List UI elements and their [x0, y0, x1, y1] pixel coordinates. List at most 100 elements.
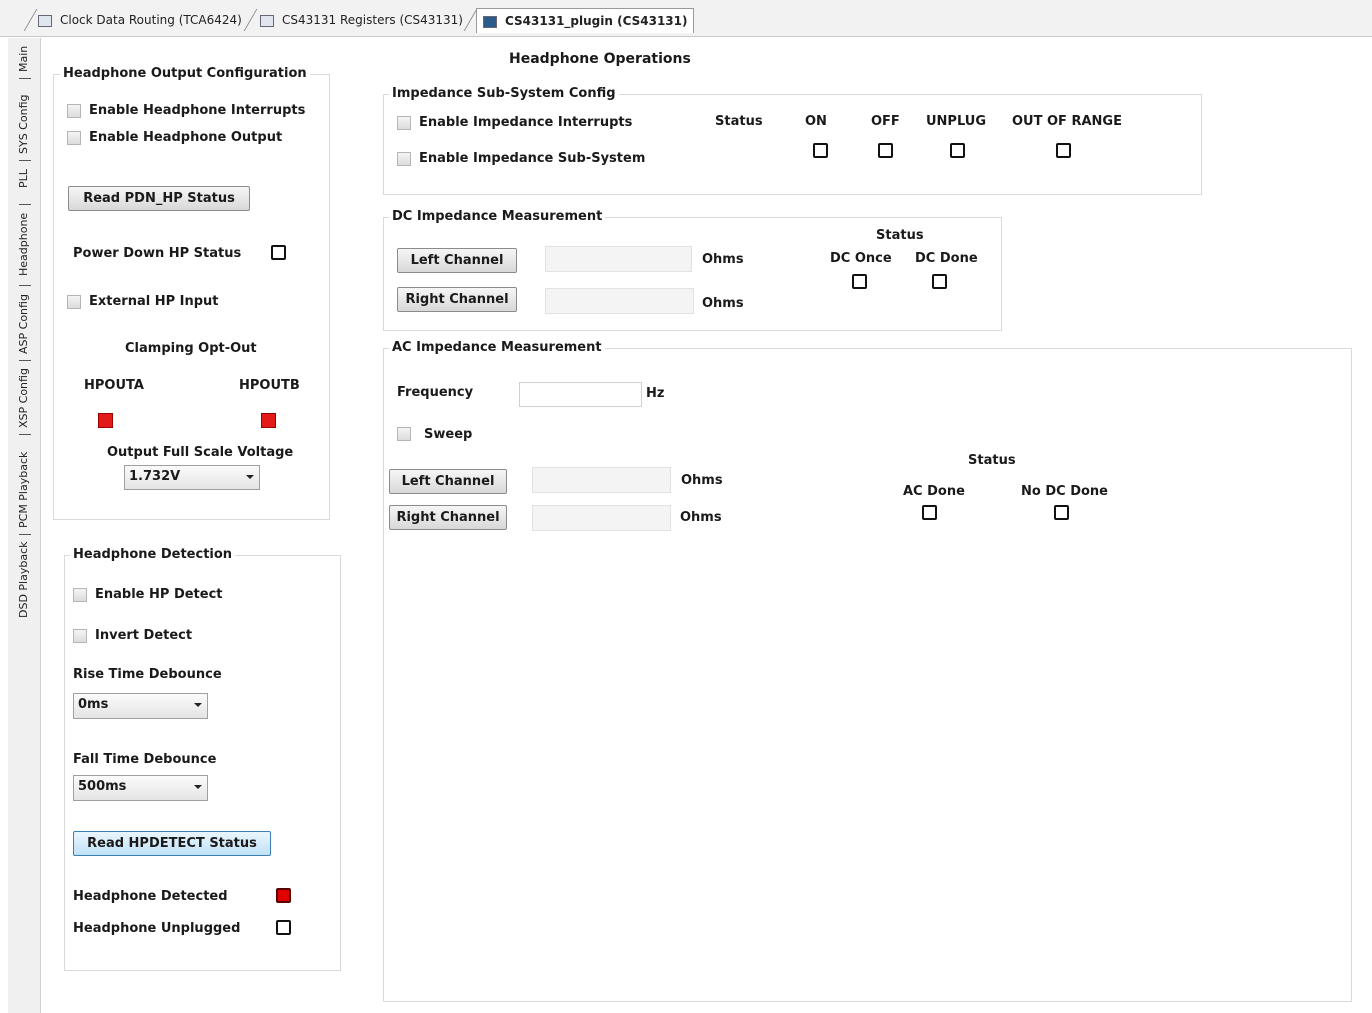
tab-clock-data-routing[interactable]: Clock Data Routing (TCA6424)	[38, 9, 242, 31]
enable-impedance-subsystem-checkbox[interactable]	[397, 152, 411, 166]
dc-once-label: DC Once	[830, 251, 892, 266]
ac-done-label: AC Done	[903, 484, 965, 499]
read-hpdetect-status-button[interactable]: Read HPDETECT Status	[73, 831, 271, 856]
headphone-detected-label: Headphone Detected	[73, 889, 228, 904]
read-pdn-hp-status-button[interactable]: Read PDN_HP Status	[68, 186, 250, 211]
side-tab-sys-config[interactable]: SYS Config	[17, 95, 30, 154]
ac-left-channel-button[interactable]: Left Channel	[389, 469, 507, 494]
frequency-label: Frequency	[397, 385, 474, 400]
headphone-detected-indicator	[276, 888, 291, 903]
ac-measurement-group	[383, 348, 1352, 1002]
side-tab-divider	[19, 78, 31, 79]
fall-time-debounce-select[interactable]: 500ms	[73, 775, 208, 801]
rise-time-debounce-label: Rise Time Debounce	[73, 667, 222, 682]
impedance-config-group	[383, 94, 1202, 195]
window-icon	[38, 14, 52, 27]
enable-hp-output-checkbox[interactable]	[67, 131, 81, 145]
status-out-of-range-indicator	[1056, 143, 1071, 158]
dc-measurement-title: DC Impedance Measurement	[389, 209, 606, 224]
chevron-down-icon	[194, 703, 202, 707]
tab-separator	[23, 9, 38, 31]
ac-right-channel-button[interactable]: Right Channel	[389, 505, 507, 530]
rise-time-debounce-value: 0ms	[78, 697, 109, 712]
chevron-down-icon	[194, 785, 202, 789]
dc-once-indicator	[852, 274, 867, 289]
plugin-icon	[483, 15, 497, 28]
enable-hp-output-label: Enable Headphone Output	[89, 130, 283, 145]
ac-measurement-title: AC Impedance Measurement	[389, 340, 605, 355]
power-down-hp-status-label: Power Down HP Status	[73, 246, 242, 261]
side-tab-divider	[19, 285, 31, 286]
enable-impedance-interrupts-label: Enable Impedance Interrupts	[419, 115, 633, 130]
frequency-input[interactable]	[519, 382, 642, 407]
ac-done-indicator	[922, 505, 937, 520]
enable-hp-interrupts-label: Enable Headphone Interrupts	[89, 103, 306, 118]
fall-time-debounce-label: Fall Time Debounce	[73, 752, 217, 767]
document-tab-strip: Clock Data Routing (TCA6424) CS43131 Reg…	[0, 0, 1372, 37]
tab-cs43131-registers[interactable]: CS43131 Registers (CS43131)	[260, 9, 463, 31]
side-tab-divider	[19, 534, 31, 535]
side-tab-strip: Main SYS Config PLL Headphone ASP Config…	[8, 38, 41, 1013]
side-tab-headphone[interactable]: Headphone	[17, 213, 30, 276]
side-tab-main[interactable]: Main	[17, 46, 30, 72]
external-hp-input-checkbox[interactable]	[67, 295, 81, 309]
dc-left-channel-button[interactable]: Left Channel	[397, 248, 517, 273]
side-tab-xsp-config[interactable]: XSP Config	[17, 368, 30, 428]
status-off-label: OFF	[871, 114, 900, 129]
rise-time-debounce-select[interactable]: 0ms	[73, 693, 208, 719]
status-out-of-range-label: OUT OF RANGE	[1012, 114, 1122, 129]
output-full-scale-voltage-value: 1.732V	[129, 469, 181, 484]
hpoutb-label: HPOUTB	[239, 378, 300, 393]
side-tab-asp-config[interactable]: ASP Config	[17, 294, 30, 354]
fall-time-debounce-value: 500ms	[78, 779, 127, 794]
grid-icon	[260, 14, 274, 27]
side-tab-divider	[19, 204, 31, 205]
dc-done-label: DC Done	[915, 251, 978, 266]
ac-left-unit-label: Ohms	[681, 473, 723, 488]
status-on-indicator	[813, 143, 828, 158]
hp-output-config-title: Headphone Output Configuration	[60, 66, 310, 81]
invert-detect-checkbox[interactable]	[73, 629, 87, 643]
sweep-checkbox[interactable]	[397, 427, 411, 441]
side-tab-divider	[19, 434, 31, 435]
output-full-scale-voltage-select[interactable]: 1.732V	[124, 465, 260, 490]
status-on-label: ON	[805, 114, 827, 129]
no-dc-done-indicator	[1054, 505, 1069, 520]
dc-status-label: Status	[876, 228, 924, 243]
ac-status-label: Status	[968, 453, 1016, 468]
clamping-opt-out-label: Clamping Opt-Out	[125, 341, 257, 356]
chevron-down-icon	[246, 475, 254, 479]
ac-right-unit-label: Ohms	[680, 510, 722, 525]
page-title: Headphone Operations	[509, 51, 691, 67]
side-tab-divider	[19, 360, 31, 361]
tab-cs43131-plugin[interactable]: CS43131_plugin (CS43131)	[476, 8, 695, 33]
side-tab-pll[interactable]: PLL	[17, 169, 30, 188]
power-down-hp-status-indicator	[271, 245, 286, 260]
enable-hp-detect-checkbox[interactable]	[73, 588, 87, 602]
side-tab-dsd-playback[interactable]: DSD Playback	[17, 541, 30, 618]
ac-right-channel-value	[532, 505, 671, 531]
tab-separator	[243, 9, 258, 31]
no-dc-done-label: No DC Done	[1021, 484, 1108, 499]
side-tab-divider	[19, 160, 31, 161]
dc-right-channel-value	[545, 288, 694, 314]
enable-hp-interrupts-checkbox[interactable]	[67, 104, 81, 118]
dc-right-unit-label: Ohms	[702, 296, 744, 311]
hpouta-clamp-toggle[interactable]	[98, 413, 113, 428]
enable-impedance-subsystem-label: Enable Impedance Sub-System	[419, 151, 646, 166]
hp-detection-title: Headphone Detection	[70, 547, 236, 562]
enable-impedance-interrupts-checkbox[interactable]	[397, 116, 411, 130]
status-unplug-label: UNPLUG	[926, 114, 987, 129]
headphone-unplugged-indicator	[276, 920, 291, 935]
ac-left-channel-value	[532, 467, 671, 493]
dc-left-channel-value	[545, 246, 692, 272]
dc-left-unit-label: Ohms	[702, 252, 744, 267]
output-full-scale-voltage-label: Output Full Scale Voltage	[107, 445, 294, 460]
frequency-unit-label: Hz	[646, 386, 665, 401]
status-off-indicator	[878, 143, 893, 158]
dc-right-channel-button[interactable]: Right Channel	[397, 287, 517, 312]
side-tab-pcm-playback[interactable]: PCM Playback	[17, 452, 30, 528]
impedance-config-title: Impedance Sub-System Config	[389, 86, 619, 101]
headphone-unplugged-label: Headphone Unplugged	[73, 921, 241, 936]
hpoutb-clamp-toggle[interactable]	[261, 413, 276, 428]
